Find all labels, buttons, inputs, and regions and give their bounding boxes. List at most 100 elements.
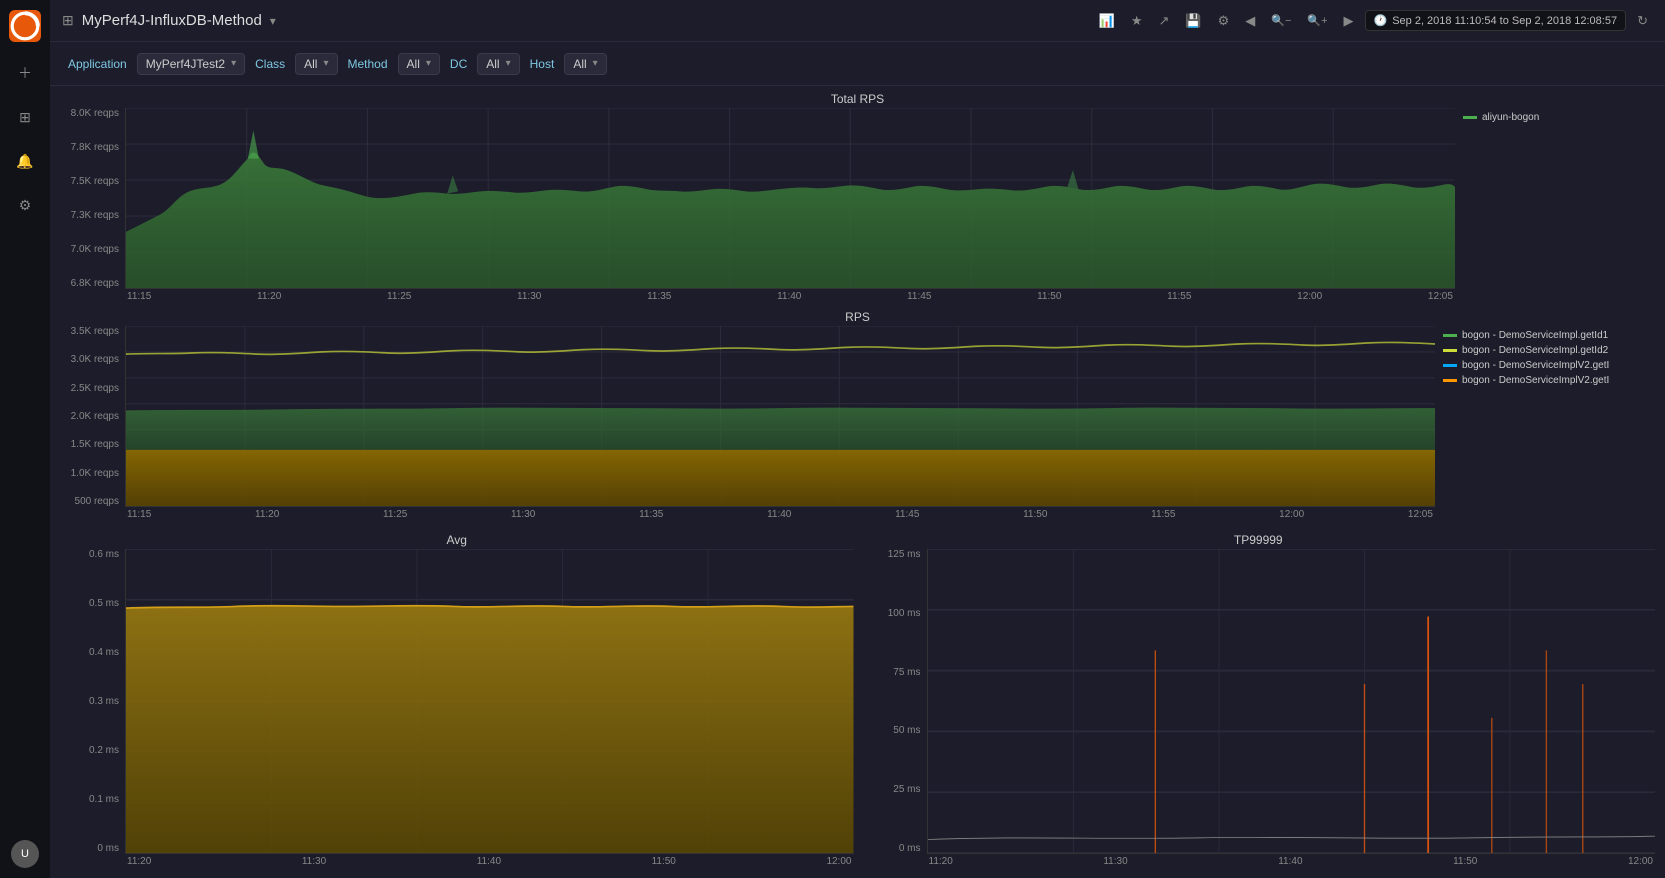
avg-xlabels: 11:20 11:30 11:40 11:50 12:00 [125, 856, 854, 867]
rps-xaxis: 11:15 11:20 11:25 11:30 11:35 11:40 11:4… [125, 507, 1435, 525]
yaxis-label: 7.8K reqps [71, 142, 119, 153]
rps-legend: bogon - DemoServiceImpl.getId1 bogon - D… [1435, 326, 1655, 525]
star-icon-btn[interactable]: ★ [1126, 10, 1148, 32]
filterbar: Application MyPerf4JTest2 ▾ Class All ▾ … [50, 42, 1665, 86]
legend-color [1463, 116, 1477, 119]
host-all-value: All [573, 57, 586, 71]
total-rps-area [125, 108, 1455, 289]
xlabel: 11:50 [652, 856, 676, 867]
xlabel: 11:50 [1037, 291, 1061, 302]
xlabel: 11:40 [777, 291, 801, 302]
xlabel: 12:00 [1297, 291, 1322, 302]
xlabel: 11:15 [127, 291, 151, 302]
yaxis-label: 2.5K reqps [71, 383, 119, 394]
legend-item: aliyun-bogon [1463, 112, 1647, 123]
xlabel: 11:20 [255, 509, 279, 520]
tp99999-area [927, 549, 1656, 854]
class-dropdown[interactable]: All ▾ [295, 53, 337, 75]
yaxis-label: 0.2 ms [89, 745, 119, 756]
application-dropdown[interactable]: MyPerf4JTest2 ▾ [137, 53, 245, 75]
settings-icon[interactable]: ⚙ [12, 192, 38, 218]
prev-icon-btn[interactable]: ◀ [1240, 10, 1260, 32]
method-dropdown[interactable]: All ▾ [398, 53, 440, 75]
xlabel: 11:45 [907, 291, 931, 302]
yaxis-label: 500 reqps [75, 496, 119, 507]
total-rps-xlabels: 11:15 11:20 11:25 11:30 11:35 11:40 11:4… [125, 291, 1455, 302]
add-icon[interactable]: ＋ [12, 60, 38, 86]
avg-area [125, 549, 854, 854]
legend-item: bogon - DemoServiceImplV2.getI [1443, 375, 1647, 386]
yaxis-label: 25 ms [893, 784, 920, 795]
dc-dropdown[interactable]: All ▾ [477, 53, 519, 75]
avg-xaxis: 11:20 11:30 11:40 11:50 12:00 [125, 854, 854, 872]
time-range-display[interactable]: 🕐 Sep 2, 2018 11:10:54 to Sep 2, 2018 12… [1365, 10, 1627, 31]
total-rps-title: Total RPS [60, 92, 1655, 106]
title-arrow[interactable]: ▾ [270, 14, 276, 28]
method-arrow: ▾ [426, 58, 431, 69]
tp99999-title: TP99999 [862, 533, 1656, 547]
xlabel: 12:00 [826, 856, 851, 867]
yaxis-label: 75 ms [893, 667, 920, 678]
settings-icon-btn[interactable]: ⚙ [1213, 10, 1235, 32]
xlabel: 11:40 [1278, 856, 1302, 867]
yaxis-label: 7.0K reqps [71, 244, 119, 255]
xlabel: 11:50 [1023, 509, 1047, 520]
yaxis-label: 7.5K reqps [71, 176, 119, 187]
share-icon-btn[interactable]: ↗ [1154, 10, 1175, 32]
xlabel: 11:35 [639, 509, 663, 520]
xlabel: 11:40 [767, 509, 791, 520]
yaxis-label: 0.4 ms [89, 647, 119, 658]
yaxis-label: 0 ms [97, 843, 119, 854]
tp99999-xaxis: 11:20 11:30 11:40 11:50 12:00 [927, 854, 1656, 872]
legend-color [1443, 379, 1457, 382]
xlabel: 12:05 [1408, 509, 1433, 520]
rps-title: RPS [60, 310, 1655, 324]
xlabel: 11:15 [127, 509, 151, 520]
yaxis-label: 7.3K reqps [71, 210, 119, 221]
xlabel: 11:55 [1151, 509, 1175, 520]
yaxis-label: 0.1 ms [89, 794, 119, 805]
legend-item: bogon - DemoServiceImplV2.getI [1443, 360, 1647, 371]
charts-container: Total RPS 8.0K reqps 7.8K reqps 7.5K req… [50, 86, 1665, 878]
app-logo[interactable] [9, 10, 41, 42]
total-rps-yaxis: 8.0K reqps 7.8K reqps 7.5K reqps 7.3K re… [60, 108, 125, 307]
xlabel: 12:00 [1628, 856, 1653, 867]
legend-item: bogon - DemoServiceImpl.getId1 [1443, 330, 1647, 341]
grid-icon[interactable]: ⊞ [12, 104, 38, 130]
time-range-text: Sep 2, 2018 11:10:54 to Sep 2, 2018 12:0… [1392, 15, 1617, 27]
xlabel: 11:25 [383, 509, 407, 520]
grid-small-icon: ⊞ [62, 12, 74, 29]
application-arrow: ▾ [231, 58, 236, 69]
rps-xlabels: 11:15 11:20 11:25 11:30 11:35 11:40 11:4… [125, 509, 1435, 520]
method-label: Method [342, 53, 394, 75]
xlabel: 11:30 [517, 291, 541, 302]
zoom-in-btn[interactable]: 🔍+ [1302, 11, 1332, 30]
zoom-out-btn[interactable]: 🔍− [1266, 11, 1296, 30]
xlabel: 11:20 [929, 856, 953, 867]
host-dropdown[interactable]: All ▾ [564, 53, 606, 75]
total-rps-chart: Total RPS 8.0K reqps 7.8K reqps 7.5K req… [60, 92, 1655, 302]
xlabel: 11:30 [511, 509, 535, 520]
yaxis-label: 2.0K reqps [71, 411, 119, 422]
yaxis-label: 0.5 ms [89, 598, 119, 609]
yaxis-label: 50 ms [893, 725, 920, 736]
bell-icon[interactable]: 🔔 [12, 148, 38, 174]
tp99999-yaxis: 125 ms 100 ms 75 ms 50 ms 25 ms 0 ms [862, 549, 927, 872]
legend-label: aliyun-bogon [1482, 112, 1539, 123]
chart-icon-btn[interactable]: 📊 [1094, 10, 1120, 32]
next-icon-btn[interactable]: ▶ [1339, 10, 1359, 32]
refresh-btn[interactable]: ↻ [1632, 10, 1653, 32]
xlabel: 11:20 [257, 291, 281, 302]
xlabel: 11:30 [302, 856, 326, 867]
xlabel: 11:45 [895, 509, 919, 520]
user-avatar[interactable]: U [11, 840, 39, 868]
save-icon-btn[interactable]: 💾 [1180, 10, 1206, 32]
legend-label: bogon - DemoServiceImplV2.getI [1462, 375, 1609, 386]
yaxis-label: 125 ms [888, 549, 921, 560]
page-title: MyPerf4J-InfluxDB-Method [82, 12, 262, 29]
rps-yaxis: 3.5K reqps 3.0K reqps 2.5K reqps 2.0K re… [60, 326, 125, 525]
yaxis-label: 0 ms [899, 843, 921, 854]
legend-label: bogon - DemoServiceImplV2.getI [1462, 360, 1609, 371]
legend-color [1443, 349, 1457, 352]
legend-color [1443, 334, 1457, 337]
